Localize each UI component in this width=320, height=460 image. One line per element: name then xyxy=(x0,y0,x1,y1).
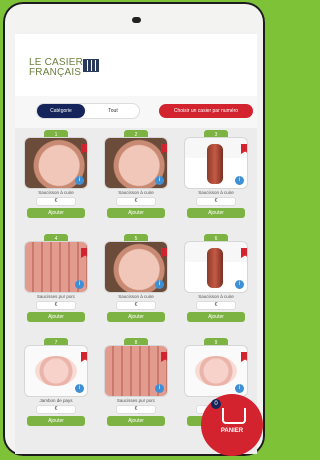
add-button[interactable]: Ajouter xyxy=(187,312,245,322)
info-icon[interactable]: i xyxy=(75,384,84,393)
product-price: € xyxy=(197,198,235,205)
info-icon[interactable]: i xyxy=(155,176,164,185)
info-icon[interactable]: i xyxy=(155,384,164,393)
product-name: Saucisson à cuire xyxy=(38,190,74,195)
product-image[interactable]: i xyxy=(25,138,87,188)
product-name: Saucisson à cuire xyxy=(198,190,234,195)
info-icon[interactable]: i xyxy=(75,176,84,185)
product-image[interactable]: i xyxy=(105,346,167,396)
product-card[interactable]: 7 i Jambon de pays € Ajouter xyxy=(21,338,91,436)
info-icon[interactable]: i xyxy=(235,384,244,393)
product-name: Saucisses pur porc xyxy=(116,398,156,403)
choose-locker-button[interactable]: Choisir un casier par numéro xyxy=(159,104,253,118)
product-card[interactable]: 8 i Saucisses pur porc € Ajouter xyxy=(101,338,171,436)
filter-bar: Catégorie Tout Choisir un casier par num… xyxy=(15,96,257,128)
product-price: € xyxy=(117,198,155,205)
app-screen: LE CASIER FRANÇAIS Catégorie Tout Choisi… xyxy=(15,34,257,454)
add-button[interactable]: Ajouter xyxy=(27,208,85,218)
tab-category[interactable]: Catégorie xyxy=(37,104,85,118)
product-card[interactable]: 1 i Saucisson à cuire € Ajouter xyxy=(21,130,91,228)
product-price: € xyxy=(37,406,75,413)
add-button[interactable]: Ajouter xyxy=(27,416,85,426)
product-card[interactable]: 4 i Saucisses pur porc € Ajouter xyxy=(21,234,91,332)
product-name: Saucisson à cuire xyxy=(118,190,154,195)
product-card[interactable]: 5 i Saucisson à cuire € Ajouter xyxy=(101,234,171,332)
product-card[interactable]: 3 i Saucisson à cuire € Ajouter xyxy=(181,130,251,228)
product-image[interactable]: i xyxy=(185,138,247,188)
add-button[interactable]: Ajouter xyxy=(107,312,165,322)
product-image[interactable]: i xyxy=(105,242,167,292)
product-price: € xyxy=(117,302,155,309)
camera-icon xyxy=(132,17,141,23)
product-image[interactable]: i xyxy=(185,346,247,396)
product-name: Saucisson à cuire xyxy=(118,294,154,299)
info-icon[interactable]: i xyxy=(75,280,84,289)
cart-label: PANIER xyxy=(220,428,244,434)
product-image[interactable]: i xyxy=(105,138,167,188)
add-button[interactable]: Ajouter xyxy=(107,208,165,218)
product-name: Jambon de pays xyxy=(39,398,73,403)
product-price: € xyxy=(37,302,75,309)
product-image[interactable]: i xyxy=(185,242,247,292)
logo: LE CASIER FRANÇAIS xyxy=(29,57,84,78)
product-card[interactable]: 2 i Saucisson à cuire € Ajouter xyxy=(101,130,171,228)
product-card[interactable]: 6 i Saucisson à cuire € Ajouter xyxy=(181,234,251,332)
product-image[interactable]: i xyxy=(25,346,87,396)
product-price: € xyxy=(37,198,75,205)
header: LE CASIER FRANÇAIS xyxy=(15,34,257,96)
product-name: Saucisson à cuire xyxy=(198,294,234,299)
basket-icon xyxy=(222,408,246,424)
add-button[interactable]: Ajouter xyxy=(187,208,245,218)
info-icon[interactable]: i xyxy=(235,176,244,185)
logo-grid-icon xyxy=(83,59,99,72)
add-button[interactable]: Ajouter xyxy=(107,416,165,426)
info-icon[interactable]: i xyxy=(235,280,244,289)
info-icon[interactable]: i xyxy=(155,280,164,289)
segment-control: Catégorie Tout xyxy=(37,104,139,118)
product-price: € xyxy=(197,302,235,309)
add-button[interactable]: Ajouter xyxy=(27,312,85,322)
tablet-frame: LE CASIER FRANÇAIS Catégorie Tout Choisi… xyxy=(3,2,265,456)
tab-all[interactable]: Tout xyxy=(87,104,139,118)
product-name: Saucisses pur porc xyxy=(36,294,76,299)
product-price: € xyxy=(117,406,155,413)
product-image[interactable]: i xyxy=(25,242,87,292)
cart-count-badge: 0 xyxy=(211,399,221,409)
